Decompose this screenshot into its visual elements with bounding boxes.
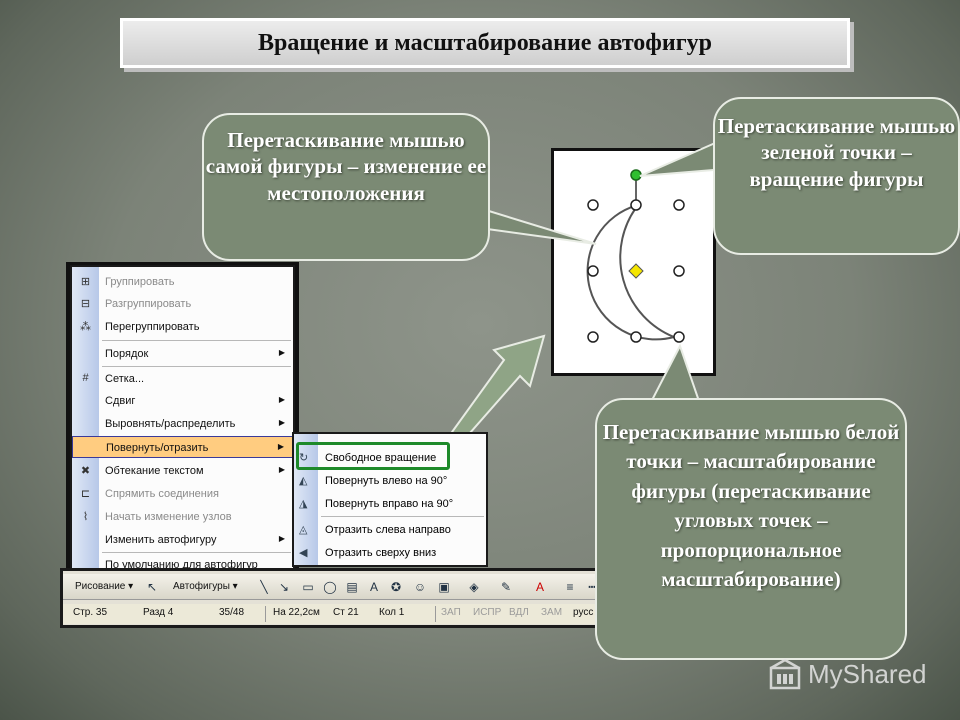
status-column: Кол 1 bbox=[379, 607, 405, 618]
menu-separator bbox=[102, 340, 291, 341]
watermark-logo-icon bbox=[769, 658, 801, 690]
status-line: Ст 21 bbox=[333, 607, 359, 618]
diagram-icon[interactable]: ✪ bbox=[389, 580, 403, 594]
submenu-item-flip-vertical[interactable]: ◀ Отразить сверху вниз bbox=[294, 542, 486, 564]
submenu-arrow-icon: ▶ bbox=[278, 348, 285, 357]
font-color-icon[interactable]: A bbox=[533, 580, 547, 594]
status-page: Стр. 35 bbox=[73, 607, 108, 618]
menu-item-edit-points[interactable]: ⌇ Начать изменение узлов bbox=[72, 506, 293, 528]
arrow-icon[interactable]: ↘ bbox=[277, 580, 291, 594]
text-wrap-icon: ✖ bbox=[80, 465, 91, 477]
menu-separator bbox=[102, 366, 291, 367]
menu-item-label: Изменить автофигуру bbox=[105, 534, 217, 546]
autoshapes-button[interactable]: Автофигуры ▾ bbox=[173, 581, 238, 592]
line-icon[interactable]: ╲ bbox=[257, 580, 271, 594]
status-rec[interactable]: ЗАП bbox=[441, 607, 461, 618]
submenu-item-rotate-right[interactable]: ◮ Повернуть вправо на 90° bbox=[294, 493, 486, 515]
menu-item-label: Группировать bbox=[105, 276, 175, 288]
submenu-item-flip-horizontal[interactable]: ◬ Отразить слева направо bbox=[294, 519, 486, 541]
fill-color-icon[interactable]: ◈ bbox=[467, 580, 481, 594]
menu-item-group[interactable]: ⊞ Группировать bbox=[72, 271, 293, 293]
menu-item-change-autoshape[interactable]: Изменить автофигуру ▶ bbox=[72, 529, 293, 551]
menu-separator bbox=[102, 552, 291, 553]
toolbar-row: Рисование ▾ ↖ Автофигуры ▾ ╲ ↘ ▭ ◯ ▤ A ✪… bbox=[63, 574, 602, 600]
picture-icon[interactable]: ▣ bbox=[437, 580, 451, 594]
menu-item-straighten[interactable]: ⊏ Спрямить соединения bbox=[72, 483, 293, 505]
callout-move-text: Перетаскивание мышью самой фигуры – изме… bbox=[205, 128, 487, 205]
menu-item-align-distribute[interactable]: Выровнять/распределить ▶ bbox=[72, 413, 293, 435]
menu-item-label: Сетка... bbox=[105, 373, 145, 385]
line-style-icon[interactable]: ≡ bbox=[563, 580, 577, 594]
callout-scale-text: Перетаскивание мышью белой точки – масшт… bbox=[602, 420, 900, 591]
menu-item-rotate-flip[interactable]: Повернуть/отразить ▶ bbox=[72, 436, 293, 458]
submenu-item-label: Отразить слева направо bbox=[325, 524, 451, 536]
submenu-separator bbox=[321, 516, 484, 517]
callout-scale: Перетаскивание мышью белой точки – масшт… bbox=[595, 398, 907, 660]
group-icon: ⊞ bbox=[80, 276, 91, 288]
status-position: На 22,2см bbox=[273, 607, 320, 618]
select-pointer-icon[interactable]: ↖ bbox=[145, 580, 159, 594]
menu-item-label: Начать изменение узлов bbox=[105, 511, 232, 523]
ungroup-icon: ⊟ bbox=[80, 298, 91, 310]
menu-item-text-wrap[interactable]: ✖ Обтекание текстом ▶ bbox=[72, 460, 293, 482]
submenu-item-label: Отразить сверху вниз bbox=[325, 547, 437, 559]
arrow-to-shape bbox=[450, 334, 546, 444]
draw-menu-button[interactable]: Рисование ▾ bbox=[75, 581, 133, 592]
menu-item-label: Повернуть/отразить bbox=[106, 442, 209, 454]
status-ext[interactable]: ВДЛ bbox=[509, 607, 529, 618]
submenu-arrow-icon: ▶ bbox=[278, 395, 285, 404]
status-separator bbox=[435, 606, 436, 622]
menu-item-label: Разгруппировать bbox=[105, 298, 192, 310]
wordart-icon[interactable]: A bbox=[367, 580, 381, 594]
menu-item-label: Сдвиг bbox=[105, 395, 136, 407]
menu-item-regroup[interactable]: ⁂ Перегруппировать bbox=[72, 316, 293, 338]
drawing-menu: ⊞ Группировать ⊟ Разгруппировать ⁂ Перег… bbox=[70, 265, 295, 577]
watermark-text: MyShared bbox=[808, 659, 927, 689]
menu-item-label: Выровнять/распределить bbox=[105, 418, 236, 430]
menu-item-label: Перегруппировать bbox=[105, 321, 200, 333]
menu-item-order[interactable]: Порядок ▶ bbox=[72, 343, 293, 365]
callout-pointer-scale bbox=[648, 343, 702, 405]
submenu-arrow-icon: ▶ bbox=[278, 418, 285, 427]
flip-vertical-icon: ◀ bbox=[299, 547, 308, 559]
menu-item-grid[interactable]: # Сетка... bbox=[72, 368, 293, 390]
flip-horizontal-icon: ◬ bbox=[299, 524, 308, 536]
callout-rotate: Перетаскивание мышью зеленой точки – вра… bbox=[713, 97, 960, 255]
clipart-icon[interactable]: ☺ bbox=[413, 580, 427, 594]
rectangle-icon[interactable]: ▭ bbox=[301, 580, 315, 594]
submenu-arrow-icon: ▶ bbox=[277, 442, 284, 451]
submenu-arrow-icon: ▶ bbox=[278, 465, 285, 474]
menu-item-label: Порядок bbox=[105, 348, 149, 360]
status-language: русс bbox=[573, 607, 594, 618]
status-trk[interactable]: ИСПР bbox=[473, 607, 501, 618]
edit-points-icon: ⌇ bbox=[82, 511, 89, 523]
straighten-icon: ⊏ bbox=[80, 488, 91, 500]
rotate-left-icon: ◭ bbox=[299, 475, 308, 487]
grid-icon: # bbox=[82, 372, 89, 384]
status-separator bbox=[265, 606, 266, 622]
status-ovr[interactable]: ЗАМ bbox=[541, 607, 562, 618]
watermark: MyShared bbox=[768, 656, 948, 696]
submenu-item-label: Повернуть влево на 90° bbox=[325, 475, 448, 487]
slide-background: Вращение и масштабирование автофигур Пер… bbox=[0, 0, 960, 720]
menu-item-nudge[interactable]: Сдвиг ▶ bbox=[72, 390, 293, 412]
submenu-arrow-icon: ▶ bbox=[278, 534, 285, 543]
status-pages: 35/48 bbox=[219, 607, 245, 618]
submenu-item-rotate-left[interactable]: ◭ Повернуть влево на 90° bbox=[294, 470, 486, 492]
drawing-toolbar: Рисование ▾ ↖ Автофигуры ▾ ╲ ↘ ▭ ◯ ▤ A ✪… bbox=[60, 568, 605, 628]
menu-item-ungroup[interactable]: ⊟ Разгруппировать bbox=[72, 293, 293, 315]
callout-rotate-text: Перетаскивание мышью зеленой точки – вра… bbox=[717, 114, 956, 191]
callout-move: Перетаскивание мышью самой фигуры – изме… bbox=[202, 113, 490, 261]
menu-item-label: Обтекание текстом bbox=[105, 465, 204, 477]
free-rotate-highlight bbox=[296, 442, 450, 470]
regroup-icon: ⁂ bbox=[80, 321, 91, 333]
submenu-item-label: Повернуть вправо на 90° bbox=[325, 498, 454, 510]
rotate-right-icon: ◮ bbox=[299, 498, 308, 510]
oval-icon[interactable]: ◯ bbox=[323, 580, 337, 594]
line-color-icon[interactable]: ✎ bbox=[499, 580, 513, 594]
menu-item-label: Спрямить соединения bbox=[105, 488, 219, 500]
status-section: Разд 4 bbox=[143, 607, 174, 618]
status-bar: Стр. 35 Разд 4 35/48 На 22,2см Ст 21 Кол… bbox=[63, 604, 602, 624]
textbox-icon[interactable]: ▤ bbox=[345, 580, 359, 594]
